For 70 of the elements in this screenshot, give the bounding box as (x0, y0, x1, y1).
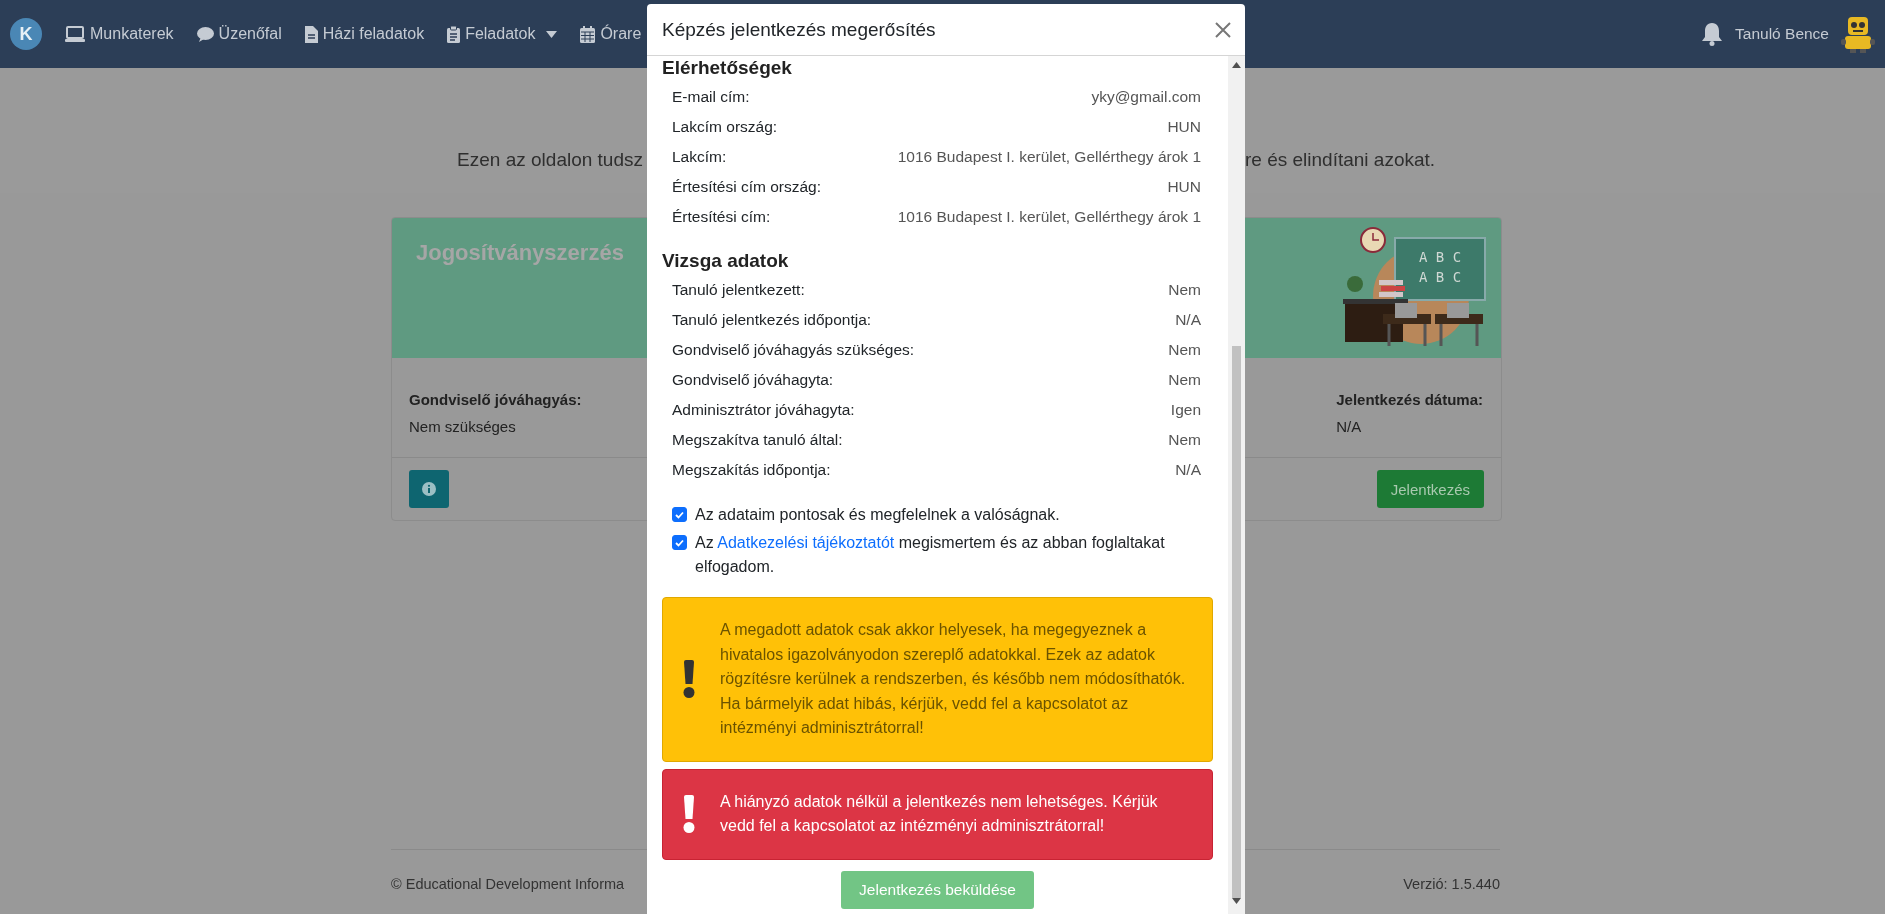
info-icon (422, 482, 436, 496)
exclamation-icon (683, 795, 695, 833)
detail-value: HUN (1167, 178, 1201, 196)
scroll-up-arrow-icon[interactable] (1232, 62, 1241, 68)
intro-text: re és elindítani azokat. (1245, 149, 1436, 171)
detail-label: Megszakítva tanuló által: (672, 431, 843, 449)
intro-text: Ezen az oldalon tudsz (457, 149, 643, 170)
user-name[interactable]: Tanuló Bence (1735, 25, 1829, 43)
detail-label: Gondviselő jóváhagyta: (672, 371, 834, 389)
detail-label: Lakcím: (672, 148, 727, 166)
detail-label: Adminisztrátor jóváhagyta: (672, 401, 855, 419)
scrollbar[interactable] (1228, 56, 1245, 914)
detail-label: Értesítési cím ország: (672, 178, 821, 196)
detail-label: E-mail cím: (672, 88, 750, 106)
detail-value: HUN (1167, 118, 1201, 136)
detail-value: Nem (1168, 431, 1201, 449)
consent-text: Az Adatkezelési tájékoztatót megismertem és az abban foglaltakat elfogadom. (695, 533, 1166, 577)
clipboard-icon (447, 25, 461, 43)
chalkboard-text: A B C (1418, 249, 1462, 265)
calendar-icon (580, 25, 596, 43)
bell-icon[interactable] (1701, 22, 1724, 46)
detail-value: Nem (1168, 341, 1201, 359)
exclamation-icon (683, 660, 695, 699)
scroll-down-arrow-icon[interactable] (1232, 898, 1241, 904)
detail-value: Nem (1168, 371, 1201, 389)
laptop-icon (65, 26, 85, 42)
nav-item[interactable]: Munkaterek (65, 25, 174, 43)
alert-text: A hiányzó adatok nélkül a jelentkezés nem lehetséges. Kérjük vedd fel a kapcsolatot az intézményi adminisztrátorral! (720, 791, 1159, 836)
card-title: Jogosítványszerzés (416, 240, 624, 267)
detail-label: Gondviselő jóváhagyás szükséges: (672, 341, 915, 359)
app-logo[interactable]: K (10, 18, 42, 50)
check-icon (675, 510, 684, 519)
document-icon (304, 25, 318, 43)
detail-label: Értesítési cím: (672, 208, 771, 226)
nav-item[interactable]: Órare (580, 25, 642, 43)
consent-text: Az adataim pontosak és megfelelnek a valóságnak. (695, 505, 1060, 525)
nav-item[interactable]: Üzenőfal (196, 25, 282, 43)
detail-value: yky@gmail.com (1091, 88, 1201, 106)
field-label: Jelentkezés dátuma: (1336, 391, 1483, 408)
privacy-policy-link[interactable]: Adatkezelési tájékoztatót (717, 534, 895, 551)
nav-item[interactable]: Feladatok (447, 25, 558, 43)
field-value: Nem szükséges (409, 418, 517, 435)
field-label: Gondviselő jóváhagyás: (409, 391, 582, 408)
close-icon[interactable] (1215, 21, 1231, 38)
chalkboard-text: A B C (1418, 269, 1462, 285)
caret-icon (546, 30, 558, 38)
detail-label: Tanuló jelentkezés időpontja: (672, 311, 872, 329)
detail-label: Tanuló jelentkezett: (672, 281, 805, 299)
nav-item[interactable]: Házi feladatok (304, 25, 425, 43)
speech-bubble-icon (196, 26, 214, 42)
detail-label: Megszakítás időpontja: (672, 461, 831, 479)
check-icon (675, 538, 684, 547)
copyright-text: © Educational Development Informa (391, 876, 625, 892)
detail-value: 1016 Budapest I. kerület, Gellérthegy árok 1 (897, 148, 1201, 166)
info-button[interactable] (409, 470, 449, 508)
detail-label: Lakcím ország: (672, 118, 778, 136)
section-heading: Elérhetőségek (662, 56, 793, 80)
detail-value: Nem (1168, 281, 1201, 299)
alert-text: A megadott adatok csak akkor helyesek, ha megegyeznek a hivatalos igazolványodon szereplő adatokkal. Ezek az adatok rögzítésre kerülnek a rendszerben, és később nem módosíthatók. Ha bármelyik adat hibás, kérjük, vedd fel a kapcsolatot az intézményi adminisztrátorral! (720, 620, 1187, 738)
detail-value: N/A (1175, 311, 1201, 329)
checkbox[interactable] (672, 507, 687, 522)
dialog-title: Képzés jelentkezés megerősítés (662, 18, 936, 41)
detail-value: Igen (1170, 401, 1201, 419)
checkbox[interactable] (672, 535, 687, 550)
field-value: N/A (1336, 418, 1363, 435)
robot-avatar-icon[interactable] (1841, 15, 1875, 53)
detail-value: 1016 Budapest I. kerület, Gellérthegy árok 1 (897, 208, 1201, 226)
version-text: Verzió: 1.5.440 (1403, 876, 1500, 892)
section-heading: Vizsga adatok (662, 249, 790, 273)
detail-value: N/A (1175, 461, 1201, 479)
